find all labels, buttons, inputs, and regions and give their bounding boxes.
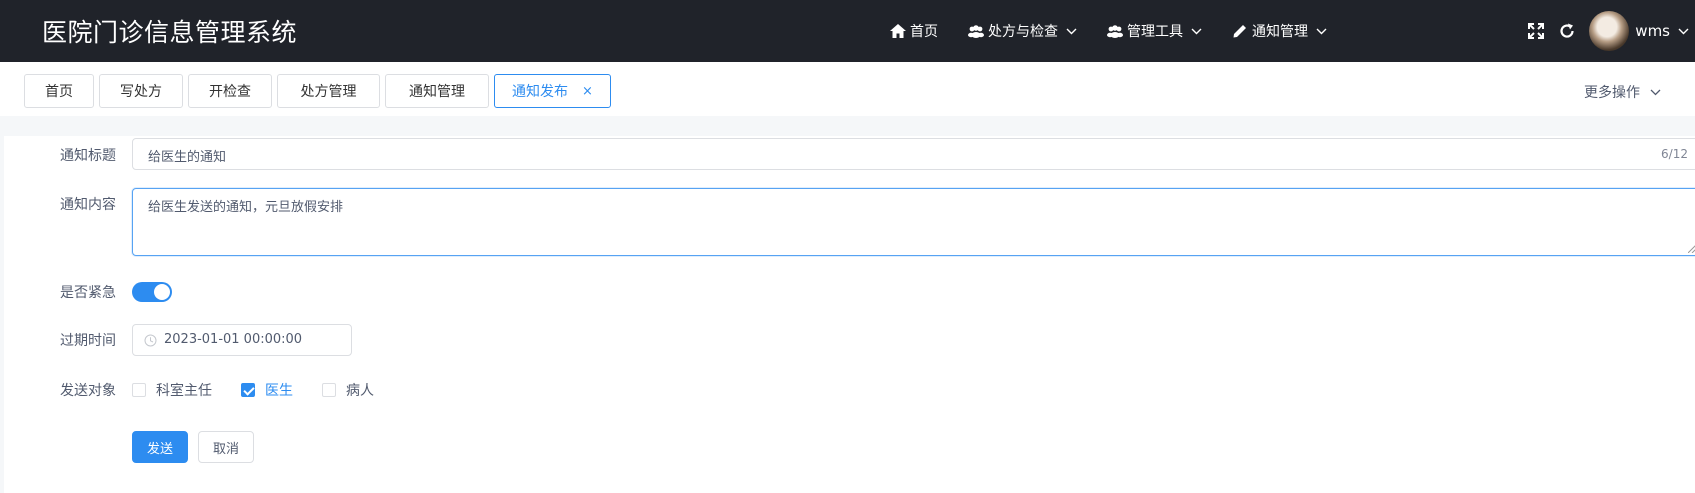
tab-label: 通知管理 — [409, 84, 465, 100]
title-label: 通知标题 — [60, 148, 116, 164]
more-operations-label: 更多操作 — [1584, 85, 1640, 101]
fullscreen-icon[interactable] — [1527, 22, 1545, 40]
tab-notice-management[interactable]: 通知管理 — [385, 74, 489, 108]
nav-item-label: 首页 — [910, 24, 938, 40]
checkbox-label: 病人 — [346, 383, 374, 399]
title-input-value: 给医生的通知 — [148, 150, 227, 165]
chevron-down-icon[interactable] — [1678, 28, 1689, 35]
nav-item-tools[interactable]: 管理工具 — [1107, 21, 1202, 41]
nav-item-label: 处方与检查 — [988, 24, 1058, 40]
target-checkbox-group: 科室主任 医生 病人 — [132, 380, 403, 400]
main-menu: 首页 处方与检查 管理工具 通知管理 — [890, 0, 1357, 62]
tab-label: 首页 — [45, 84, 73, 100]
checkbox-box[interactable] — [241, 383, 255, 397]
chevron-down-icon — [1191, 28, 1202, 34]
tab-home[interactable]: 首页 — [24, 74, 94, 108]
cancel-button[interactable]: 取消 — [198, 431, 254, 463]
tab-open-exam[interactable]: 开检查 — [188, 74, 272, 108]
nav-item-prescription-exam[interactable]: 处方与检查 — [968, 21, 1077, 41]
content-textarea[interactable]: 给医生发送的通知，元旦放假安排 — [132, 188, 1695, 256]
notice-form: 通知标题 给医生的通知 6/12 通知内容 给医生发送的通知，元旦放假安排 是否… — [4, 136, 1695, 493]
avatar[interactable] — [1589, 11, 1630, 51]
nav-item-notice[interactable]: 通知管理 — [1232, 21, 1327, 41]
more-operations-dropdown[interactable]: 更多操作 — [1584, 82, 1661, 102]
app-title: 医院门诊信息管理系统 — [42, 18, 298, 47]
tab-list: 首页 写处方 开检查 处方管理 通知管理 通知发布 × — [24, 74, 616, 108]
chevron-down-icon — [1316, 28, 1327, 34]
expire-label: 过期时间 — [60, 333, 116, 349]
pen-icon — [1233, 25, 1246, 38]
checkbox-box[interactable] — [322, 383, 336, 397]
checkbox-box[interactable] — [132, 383, 146, 397]
nav-item-label: 管理工具 — [1127, 24, 1183, 40]
home-icon — [890, 24, 906, 38]
tab-label: 处方管理 — [300, 84, 357, 100]
tab-prescription-management[interactable]: 处方管理 — [277, 74, 380, 108]
navbar-tools: wms — [1527, 0, 1695, 62]
expire-value: 2023-01-01 00:00:00 — [164, 332, 303, 347]
checkbox-label: 科室主任 — [156, 383, 212, 399]
clock-icon — [144, 334, 157, 347]
checkbox-label: 医生 — [265, 383, 293, 399]
checkbox-doctor[interactable]: 医生 — [241, 380, 293, 400]
tab-label: 写处方 — [120, 84, 162, 100]
urgent-label: 是否紧急 — [60, 285, 116, 301]
switch-knob — [154, 284, 170, 300]
resize-handle-icon[interactable] — [1688, 245, 1695, 253]
checkbox-dept-director[interactable]: 科室主任 — [132, 380, 212, 400]
tabs-bar: 首页 写处方 开检查 处方管理 通知管理 通知发布 × 更多操作 — [0, 62, 1695, 116]
title-char-count: 6/12 — [1661, 147, 1688, 161]
tab-notice-publish[interactable]: 通知发布 × — [494, 74, 611, 108]
content-label: 通知内容 — [60, 197, 116, 213]
close-icon[interactable]: × — [582, 84, 593, 99]
refresh-icon[interactable] — [1558, 22, 1576, 40]
nav-item-home[interactable]: 首页 — [890, 21, 938, 41]
title-input[interactable]: 给医生的通知 6/12 — [132, 138, 1695, 170]
nav-item-label: 通知管理 — [1252, 24, 1308, 40]
send-button[interactable]: 发送 — [132, 431, 188, 463]
username[interactable]: wms — [1635, 22, 1670, 40]
urgent-switch[interactable] — [132, 282, 172, 302]
tab-write-prescription[interactable]: 写处方 — [99, 74, 183, 108]
target-label: 发送对象 — [60, 383, 116, 399]
checkbox-patient[interactable]: 病人 — [322, 380, 374, 400]
group-icon — [968, 25, 984, 38]
content-textarea-value: 给医生发送的通知，元旦放假安排 — [148, 200, 344, 215]
top-navbar: 医院门诊信息管理系统 首页 处方与检查 管理工具 通知管理 wms — [0, 0, 1695, 62]
chevron-down-icon — [1650, 89, 1661, 95]
chevron-down-icon — [1066, 28, 1077, 34]
tab-label: 通知发布 — [512, 84, 569, 100]
tab-label: 开检查 — [209, 84, 251, 100]
expire-datetime-picker[interactable]: 2023-01-01 00:00:00 — [132, 324, 352, 356]
group-icon — [1107, 25, 1123, 38]
